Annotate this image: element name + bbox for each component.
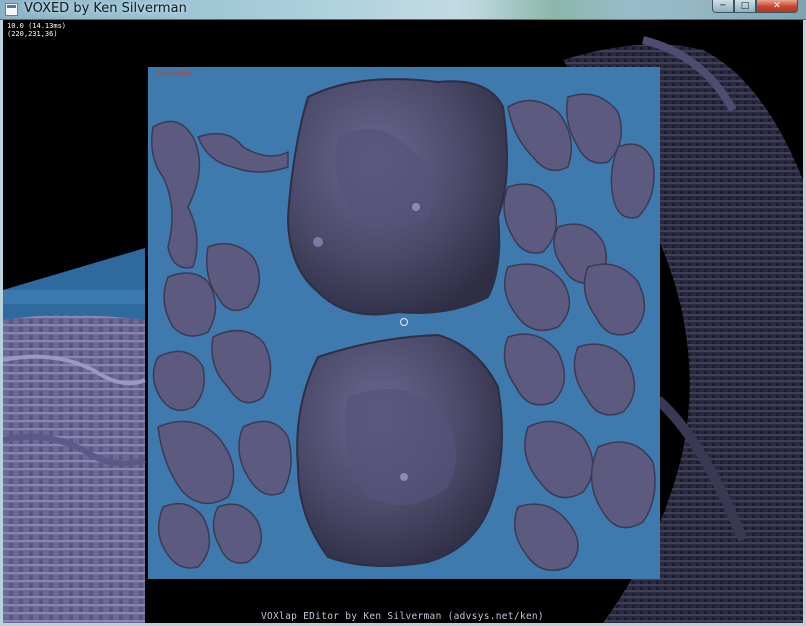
texture-label: Tapestex xyxy=(156,70,190,78)
window-title: VOXED by Ken Silverman xyxy=(24,1,187,16)
voxel-viewport[interactable]: Tapestex 10.0 (14.13ms) (220,231,36) VOX… xyxy=(3,20,803,623)
minimize-button[interactable]: ─ xyxy=(712,0,734,13)
footer-credit: VOXlap EDitor by Ken Silverman (advsys.n… xyxy=(261,611,544,622)
water-surface xyxy=(3,290,145,304)
voxel-slope-left xyxy=(3,248,146,623)
titlebar-glass-reflection xyxy=(455,0,705,20)
window-titlebar[interactable]: VOXED by Ken Silverman ─ □ ✕ xyxy=(0,0,806,20)
maximize-button[interactable]: □ xyxy=(734,0,756,13)
crosshair-ring-icon xyxy=(400,318,408,326)
app-icon[interactable] xyxy=(5,3,18,16)
position-readout: (220,231,36) xyxy=(7,30,58,38)
hud-overlay: 10.0 (14.13ms) (220,231,36) xyxy=(7,22,66,38)
close-button[interactable]: ✕ xyxy=(756,0,798,13)
fps-readout: 10.0 (14.13ms) xyxy=(7,22,67,30)
window-controls: ─ □ ✕ xyxy=(712,0,798,14)
